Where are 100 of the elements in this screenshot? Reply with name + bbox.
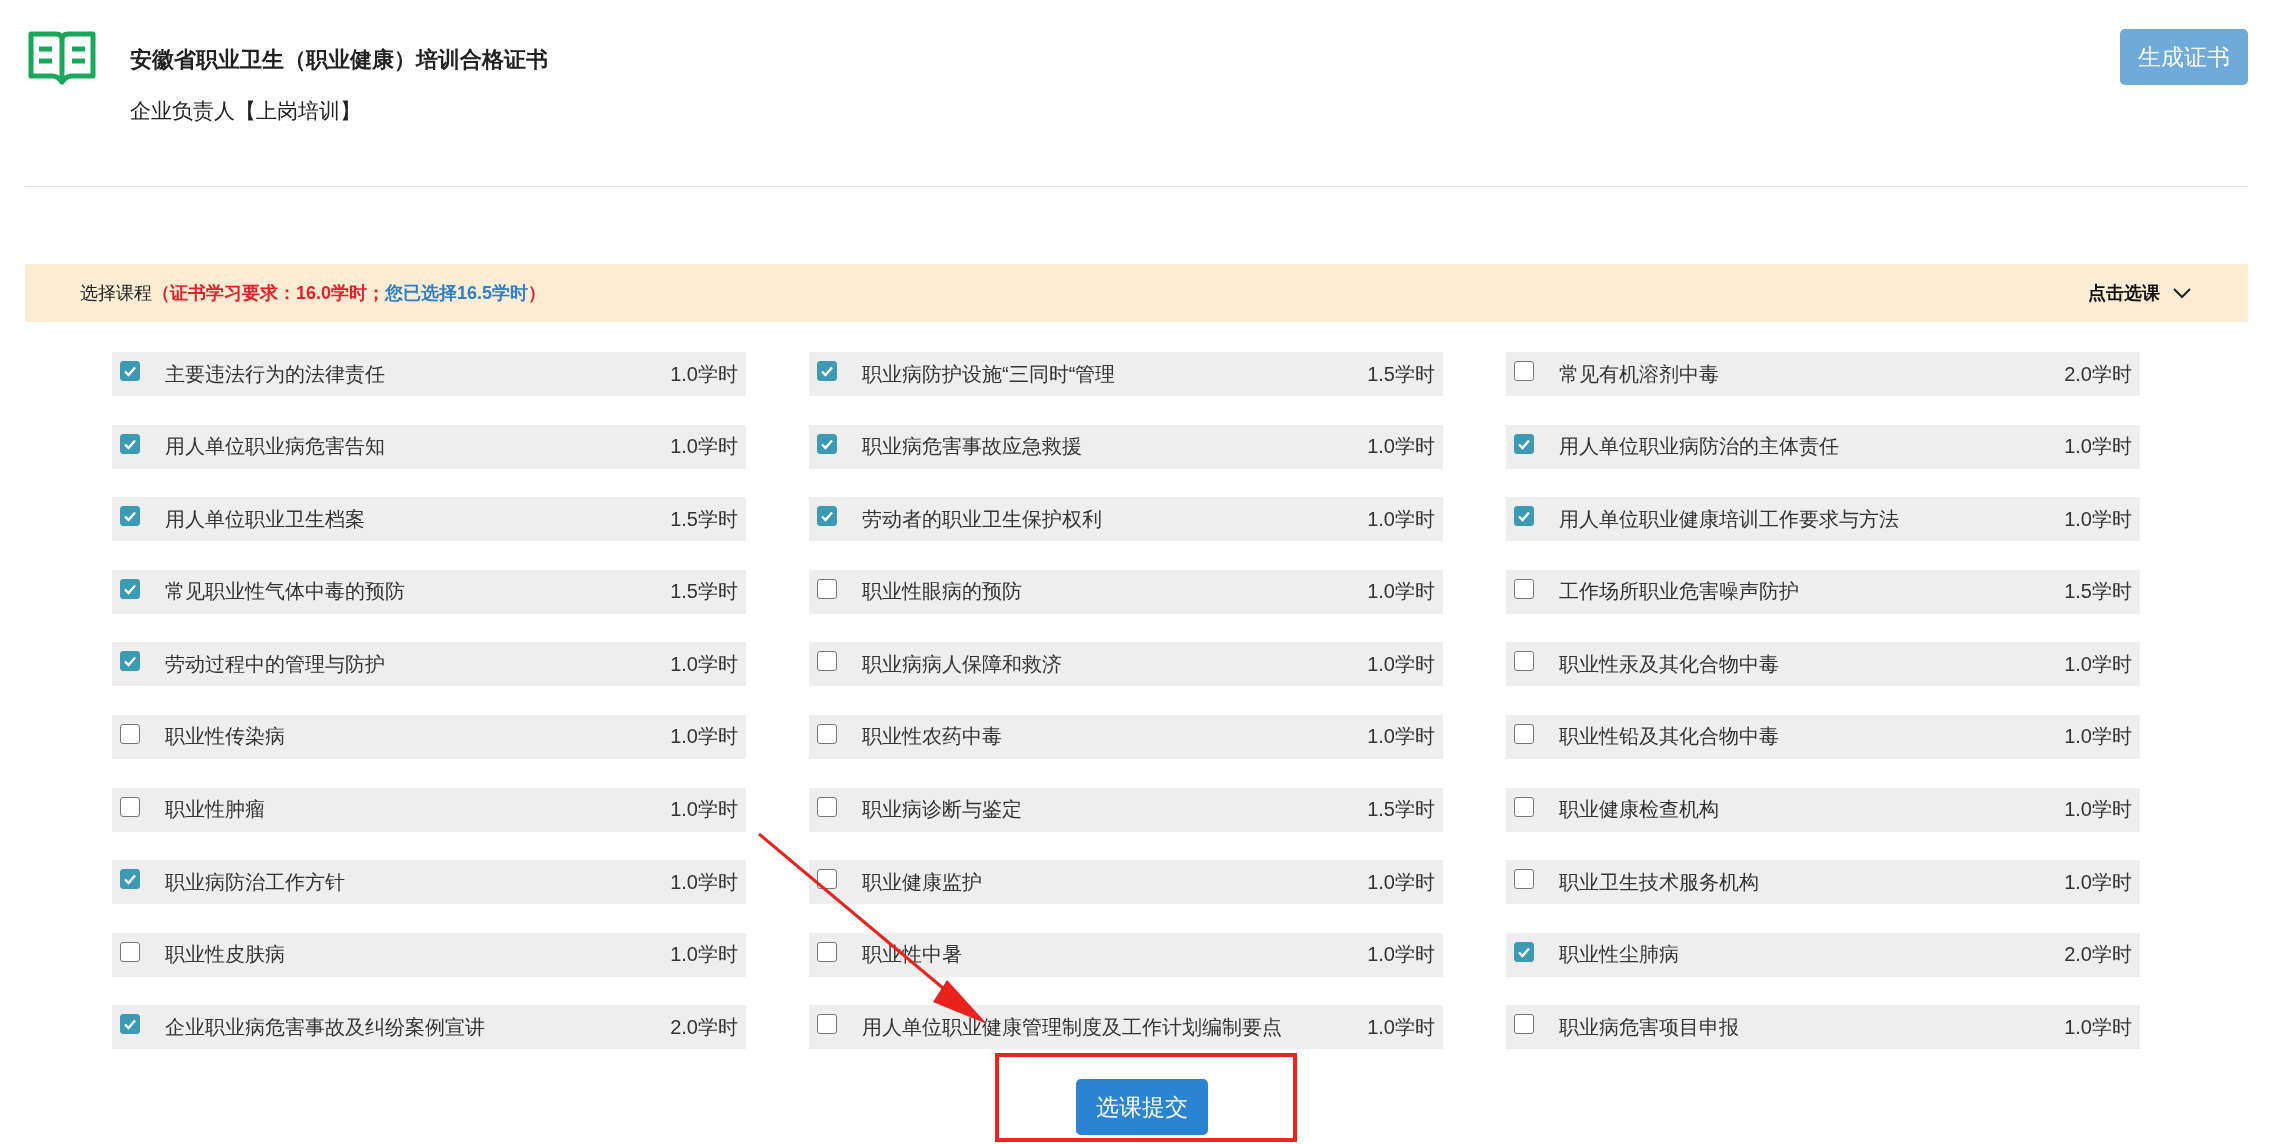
- course-checkbox[interactable]: [120, 361, 140, 381]
- course-row[interactable]: 职业性皮肤病 1.0学时: [112, 932, 746, 977]
- course-name: 职业性铅及其化合物中毒: [1559, 724, 1780, 750]
- course-checkbox[interactable]: [120, 941, 140, 962]
- course-row[interactable]: 用人单位职业健康培训工作要求与方法 1.0学时: [1506, 497, 2140, 542]
- course-hours: 2.0学时: [2064, 361, 2132, 387]
- course-hours: 2.0学时: [2064, 942, 2132, 968]
- course-name: 用人单位职业病危害告知: [165, 434, 386, 460]
- course-checkbox[interactable]: [817, 651, 837, 672]
- course-row[interactable]: 职业健康检查机构 1.0学时: [1506, 787, 2140, 832]
- submit-selection-button[interactable]: 选课提交: [1075, 1079, 1208, 1136]
- course-checkbox[interactable]: [817, 941, 837, 962]
- course-checkbox[interactable]: [120, 796, 140, 817]
- course-name: 用人单位职业健康管理制度及工作计划编制要点: [862, 1014, 1283, 1040]
- course-row[interactable]: 用人单位职业卫生档案 1.5学时: [112, 497, 746, 542]
- course-row[interactable]: 职业性传染病 1.0学时: [112, 714, 746, 759]
- course-checkbox[interactable]: [817, 869, 837, 890]
- course-checkbox[interactable]: [817, 361, 837, 381]
- course-name: 劳动过程中的管理与防护: [165, 651, 386, 677]
- course-name: 常见有机溶剂中毒: [1559, 361, 1720, 387]
- course-checkbox[interactable]: [1514, 433, 1534, 454]
- course-hours: 1.0学时: [1367, 1014, 1435, 1040]
- course-name: 职业病危害事故应急救援: [862, 434, 1083, 460]
- course-name: 职业性农药中毒: [862, 724, 1003, 750]
- course-hours: 1.0学时: [670, 361, 738, 387]
- course-row[interactable]: 职业病诊断与鉴定 1.5学时: [809, 787, 1443, 832]
- course-name: 职业病防护设施“三同时“管理: [862, 361, 1117, 387]
- course-checkbox[interactable]: [817, 578, 837, 599]
- course-row[interactable]: 职业性汞及其化合物中毒 1.0学时: [1506, 642, 2140, 687]
- course-row[interactable]: 职业性眼病的预防 1.0学时: [809, 569, 1443, 614]
- course-hours: 1.5学时: [1367, 797, 1435, 823]
- course-checkbox[interactable]: [1514, 651, 1534, 672]
- course-hours: 1.0学时: [2064, 651, 2132, 677]
- course-hours: 1.5学时: [670, 506, 738, 532]
- course-hours: 1.0学时: [2064, 869, 2132, 895]
- course-checkbox[interactable]: [1514, 506, 1534, 527]
- course-checkbox[interactable]: [817, 506, 837, 527]
- course-checkbox[interactable]: [817, 1014, 837, 1035]
- course-row[interactable]: 职业病病人保障和救济 1.0学时: [809, 642, 1443, 687]
- course-row[interactable]: 职业病防治工作方针 1.0学时: [112, 860, 746, 905]
- course-row[interactable]: 主要违法行为的法律责任 1.0学时: [112, 352, 746, 396]
- course-checkbox[interactable]: [1514, 869, 1534, 890]
- course-hours: 1.0学时: [2064, 506, 2132, 532]
- course-checkbox[interactable]: [120, 651, 140, 672]
- course-checkbox[interactable]: [1514, 796, 1534, 817]
- course-hours: 1.5学时: [670, 579, 738, 605]
- course-row[interactable]: 职业性铅及其化合物中毒 1.0学时: [1506, 714, 2140, 759]
- open-book-icon: [28, 31, 96, 85]
- course-row[interactable]: 职业病防护设施“三同时“管理 1.5学时: [809, 352, 1443, 396]
- certificate-title: 安徽省职业卫生（职业健康）培训合格证书: [130, 46, 549, 74]
- course-checkbox[interactable]: [817, 433, 837, 454]
- course-name: 用人单位职业卫生档案: [165, 506, 366, 532]
- course-checkbox[interactable]: [120, 1014, 140, 1035]
- course-name: 职业健康监护: [862, 869, 983, 895]
- course-hours: 1.0学时: [670, 797, 738, 823]
- course-row[interactable]: 职业性肿瘤 1.0学时: [112, 787, 746, 832]
- course-checkbox[interactable]: [120, 433, 140, 454]
- course-name: 职业卫生技术服务机构: [1559, 869, 1760, 895]
- course-name: 企业职业病危害事故及纠纷案例宣讲: [165, 1014, 486, 1040]
- course-checkbox[interactable]: [1514, 578, 1534, 599]
- course-checkbox[interactable]: [817, 796, 837, 817]
- course-row[interactable]: 职业性尘肺病 2.0学时: [1506, 932, 2140, 977]
- course-checkbox[interactable]: [1514, 1014, 1534, 1035]
- course-name: 职业性尘肺病: [1559, 942, 1680, 968]
- course-row[interactable]: 职业卫生技术服务机构 1.0学时: [1506, 860, 2140, 905]
- select-courses-toggle[interactable]: 点击选课: [2082, 280, 2198, 306]
- course-row[interactable]: 职业性农药中毒 1.0学时: [809, 714, 1443, 759]
- course-row[interactable]: 用人单位职业病防治的主体责任 1.0学时: [1506, 424, 2140, 469]
- course-row[interactable]: 职业病危害事故应急救援 1.0学时: [809, 424, 1443, 469]
- course-name: 职业病诊断与鉴定: [862, 797, 1023, 823]
- course-row[interactable]: 企业职业病危害事故及纠纷案例宣讲 2.0学时: [112, 1005, 746, 1050]
- course-checkbox[interactable]: [120, 506, 140, 527]
- course-hours: 1.0学时: [670, 724, 738, 750]
- course-hours: 1.0学时: [670, 942, 738, 968]
- course-row[interactable]: 用人单位职业病危害告知 1.0学时: [112, 424, 746, 469]
- course-row[interactable]: 常见职业性气体中毒的预防 1.5学时: [112, 569, 746, 614]
- course-hours: 1.5学时: [1367, 361, 1435, 387]
- course-row[interactable]: 职业健康监护 1.0学时: [809, 860, 1443, 905]
- course-row[interactable]: 工作场所职业危害噪声防护 1.5学时: [1506, 569, 2140, 614]
- course-hours: 1.0学时: [1367, 579, 1435, 605]
- course-checkbox[interactable]: [120, 578, 140, 599]
- course-name: 职业性肿瘤: [165, 797, 266, 823]
- course-row[interactable]: 常见有机溶剂中毒 2.0学时: [1506, 352, 2140, 396]
- course-name: 用人单位职业健康培训工作要求与方法: [1559, 506, 1900, 532]
- course-hours: 1.0学时: [670, 651, 738, 677]
- course-hours: 1.0学时: [670, 434, 738, 460]
- course-checkbox[interactable]: [1514, 361, 1534, 381]
- course-row[interactable]: 劳动者的职业卫生保护权利 1.0学时: [809, 497, 1443, 542]
- course-row[interactable]: 用人单位职业健康管理制度及工作计划编制要点 1.0学时: [809, 1005, 1443, 1050]
- course-name: 职业病危害项目申报: [1559, 1014, 1740, 1040]
- course-hours: 2.0学时: [670, 1014, 738, 1040]
- course-name: 职业性传染病: [165, 724, 286, 750]
- course-checkbox[interactable]: [1514, 941, 1534, 962]
- course-row[interactable]: 职业病危害项目申报 1.0学时: [1506, 1005, 2140, 1050]
- course-checkbox[interactable]: [120, 869, 140, 890]
- course-checkbox[interactable]: [817, 723, 837, 744]
- course-checkbox[interactable]: [120, 723, 140, 744]
- course-row[interactable]: 劳动过程中的管理与防护 1.0学时: [112, 642, 746, 687]
- course-name: 职业性皮肤病: [165, 942, 286, 968]
- course-checkbox[interactable]: [1514, 723, 1534, 744]
